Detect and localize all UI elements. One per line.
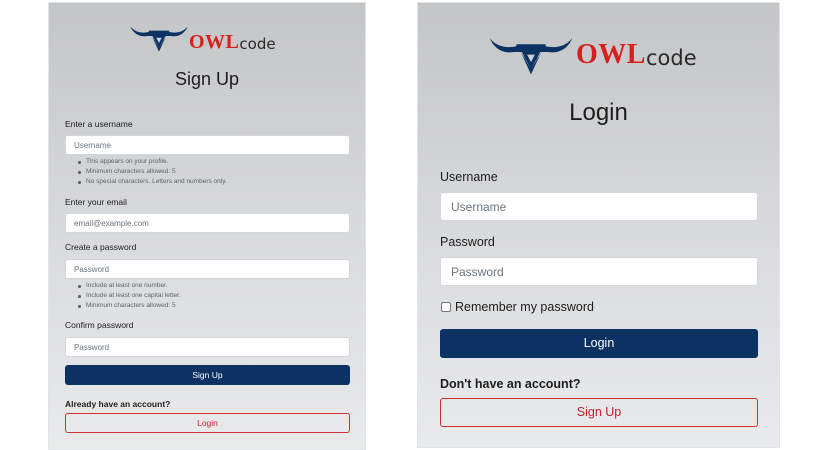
password-input[interactable] xyxy=(65,259,350,279)
hint-item: Minimum characters allowed: 5 xyxy=(78,301,181,311)
bull-horns-icon xyxy=(489,38,573,75)
hint-item: Include at least one capital letter. xyxy=(78,292,181,299)
username-label: Username xyxy=(440,170,498,184)
no-account-text: Don't have an account? xyxy=(440,377,581,391)
password-label: Password xyxy=(440,235,495,249)
username-input[interactable] xyxy=(440,192,758,221)
page-title: Login xyxy=(569,99,628,126)
username-label: Enter a username xyxy=(65,119,133,129)
login-link-button[interactable]: Login xyxy=(65,413,350,433)
hint-item: Minimum characters allowed: 5 xyxy=(78,167,227,177)
email-label: Enter your email xyxy=(65,197,127,207)
owlcode-logo: OWL code xyxy=(129,19,276,53)
page-title: Sign Up xyxy=(174,69,240,89)
signup-link-button[interactable]: Sign Up xyxy=(440,398,758,427)
signup-panel: OWL code Sign Up Enter a username This a… xyxy=(48,2,366,450)
already-have-account-text: Already have an account? xyxy=(65,399,171,409)
login-button[interactable]: Login xyxy=(440,329,758,358)
confirm-password-input[interactable] xyxy=(65,337,350,357)
username-hints: This appears on your profile. Minimum ch… xyxy=(78,157,227,187)
username-input[interactable] xyxy=(65,135,350,155)
remember-password-label[interactable]: Remember my password xyxy=(455,300,594,314)
password-input[interactable] xyxy=(440,257,758,286)
login-panel: OWL code Login Username Password Remembe… xyxy=(417,2,780,448)
hint-item: This appears on your profile. xyxy=(78,157,227,167)
signup-button[interactable]: Sign Up xyxy=(65,365,350,385)
hint-item: No special characters. Letters and numbe… xyxy=(78,178,227,185)
logo-owl-text: OWL xyxy=(189,31,240,53)
logo-owl-text: OWL xyxy=(576,39,646,70)
logo-code-text: code xyxy=(239,35,276,53)
password-hints: Include at least one number. Include at … xyxy=(78,281,181,311)
logo-code-text: code xyxy=(645,46,697,70)
remember-password-checkbox[interactable] xyxy=(441,302,451,312)
email-field[interactable] xyxy=(65,213,350,233)
password-label: Create a password xyxy=(65,242,137,252)
hint-item: Include at least one number. xyxy=(78,281,181,291)
bull-horns-icon xyxy=(130,26,188,52)
owlcode-logo: OWL code xyxy=(488,27,697,77)
confirm-password-label: Confirm password xyxy=(65,320,134,330)
